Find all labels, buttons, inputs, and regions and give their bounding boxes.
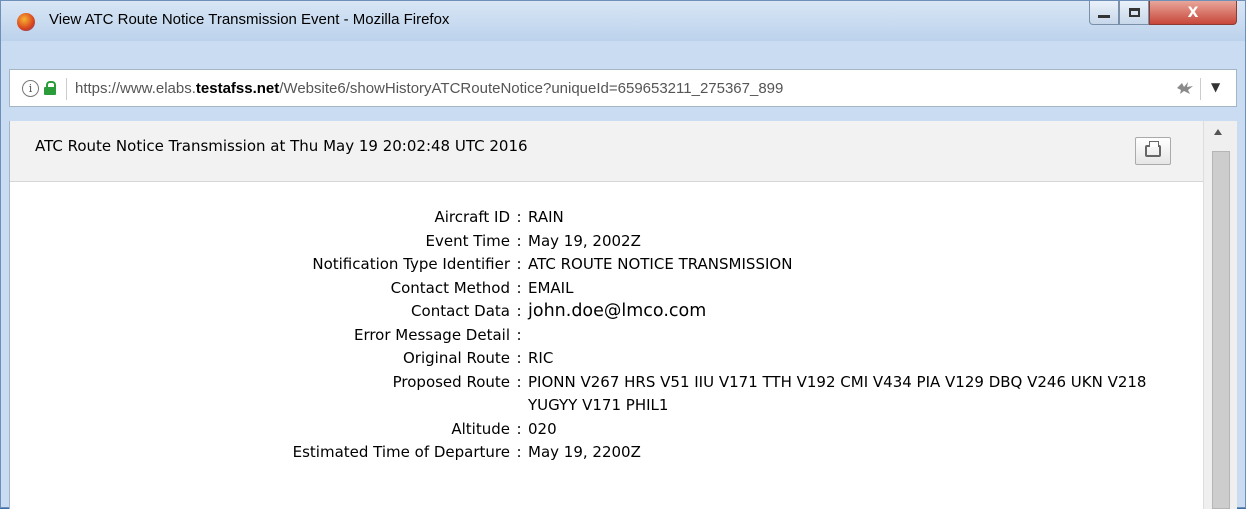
original-route-value: RIC: [528, 349, 554, 367]
page-title: ATC Route Notice Transmission at Thu May…: [35, 137, 528, 155]
close-button[interactable]: X: [1149, 1, 1237, 25]
contact-data-value: john.doe@lmco.com: [528, 301, 707, 321]
scroll-up-icon[interactable]: [1214, 129, 1222, 135]
close-icon: X: [1187, 4, 1199, 21]
event-time-value: May 19, 2002Z: [528, 231, 641, 250]
chevron-down-icon[interactable]: ▼: [1211, 80, 1220, 94]
contact-method-value: EMAIL: [528, 278, 574, 297]
error-message-label: Error Message Detail: [353, 325, 510, 344]
event-details: Aircraft ID: RAIN Event Time: May 19, 20…: [10, 206, 1203, 465]
etd-value: May 19, 2200Z: [528, 443, 641, 461]
maximize-icon: [1128, 8, 1140, 17]
detail-row: Altitude: 020: [10, 418, 1203, 442]
tracking-protection-icon[interactable]: [1176, 80, 1194, 99]
url-domain: testafss.net: [195, 80, 280, 97]
detail-row: Proposed Route: PIONN V267 HRS V51 IIU V…: [10, 371, 1203, 418]
detail-row: Contact Method: EMAIL: [10, 277, 1203, 301]
window-title: View ATC Route Notice Transmission Event…: [49, 11, 450, 28]
detail-row: Estimated Time of Departure: May 19, 220…: [10, 441, 1203, 465]
maximize-button[interactable]: [1119, 1, 1149, 25]
firefox-logo-icon: [17, 13, 35, 31]
error-message-value: [528, 324, 1178, 348]
contact-data-label: Contact Data: [411, 302, 510, 320]
detail-row: Notification Type Identifier: ATC ROUTE …: [10, 253, 1203, 277]
url-text[interactable]: https://www.elabs.testafss.net/Website6/…: [75, 80, 783, 97]
detail-row: Error Message Detail:: [10, 324, 1203, 348]
notification-type-value: ATC ROUTE NOTICE TRANSMISSION: [528, 255, 793, 273]
etd-label: Estimated Time of Departure: [292, 443, 510, 461]
address-bar[interactable]: i https://www.elabs.testafss.net/Website…: [9, 69, 1237, 107]
event-time-label: Event Time: [425, 231, 510, 250]
lock-icon[interactable]: [44, 81, 56, 95]
aircraft-id-label: Aircraft ID: [434, 208, 510, 226]
altitude-label: Altitude: [451, 419, 510, 438]
aircraft-id-value: RAIN: [528, 208, 564, 226]
detail-row: Contact Data: john.doe@lmco.com: [10, 300, 1203, 324]
proposed-route-value: PIONN V267 HRS V51 IIU V171 TTH V192 CMI…: [528, 372, 1147, 415]
vertical-scrollbar[interactable]: [1203, 121, 1237, 509]
url-divider: [66, 78, 67, 100]
detail-row: Aircraft ID: RAIN: [10, 206, 1203, 230]
notification-type-label: Notification Type Identifier: [312, 255, 510, 273]
proposed-route-label: Proposed Route: [392, 372, 510, 391]
page-header: ATC Route Notice Transmission at Thu May…: [10, 121, 1203, 182]
browser-window: View ATC Route Notice Transmission Event…: [0, 0, 1246, 509]
minimize-button[interactable]: [1089, 1, 1119, 25]
altitude-value: 020: [528, 419, 557, 438]
url-path: /Website6/showHistoryATCRouteNotice?uniq…: [279, 80, 784, 97]
print-button[interactable]: [1135, 137, 1171, 165]
scrollbar-thumb[interactable]: [1212, 151, 1230, 509]
printer-icon: [1145, 141, 1161, 157]
site-info-icon[interactable]: i: [22, 80, 39, 97]
detail-row: Event Time: May 19, 2002Z: [10, 230, 1203, 254]
minimize-icon: [1098, 15, 1110, 18]
url-divider-right: [1200, 78, 1201, 100]
original-route-label: Original Route: [402, 349, 510, 367]
page-content: ATC Route Notice Transmission at Thu May…: [9, 121, 1237, 509]
url-prefix: https://www.elabs.: [75, 80, 196, 97]
detail-row: Original Route: RIC: [10, 347, 1203, 371]
title-bar[interactable]: View ATC Route Notice Transmission Event…: [1, 1, 1245, 41]
contact-method-label: Contact Method: [390, 278, 510, 297]
